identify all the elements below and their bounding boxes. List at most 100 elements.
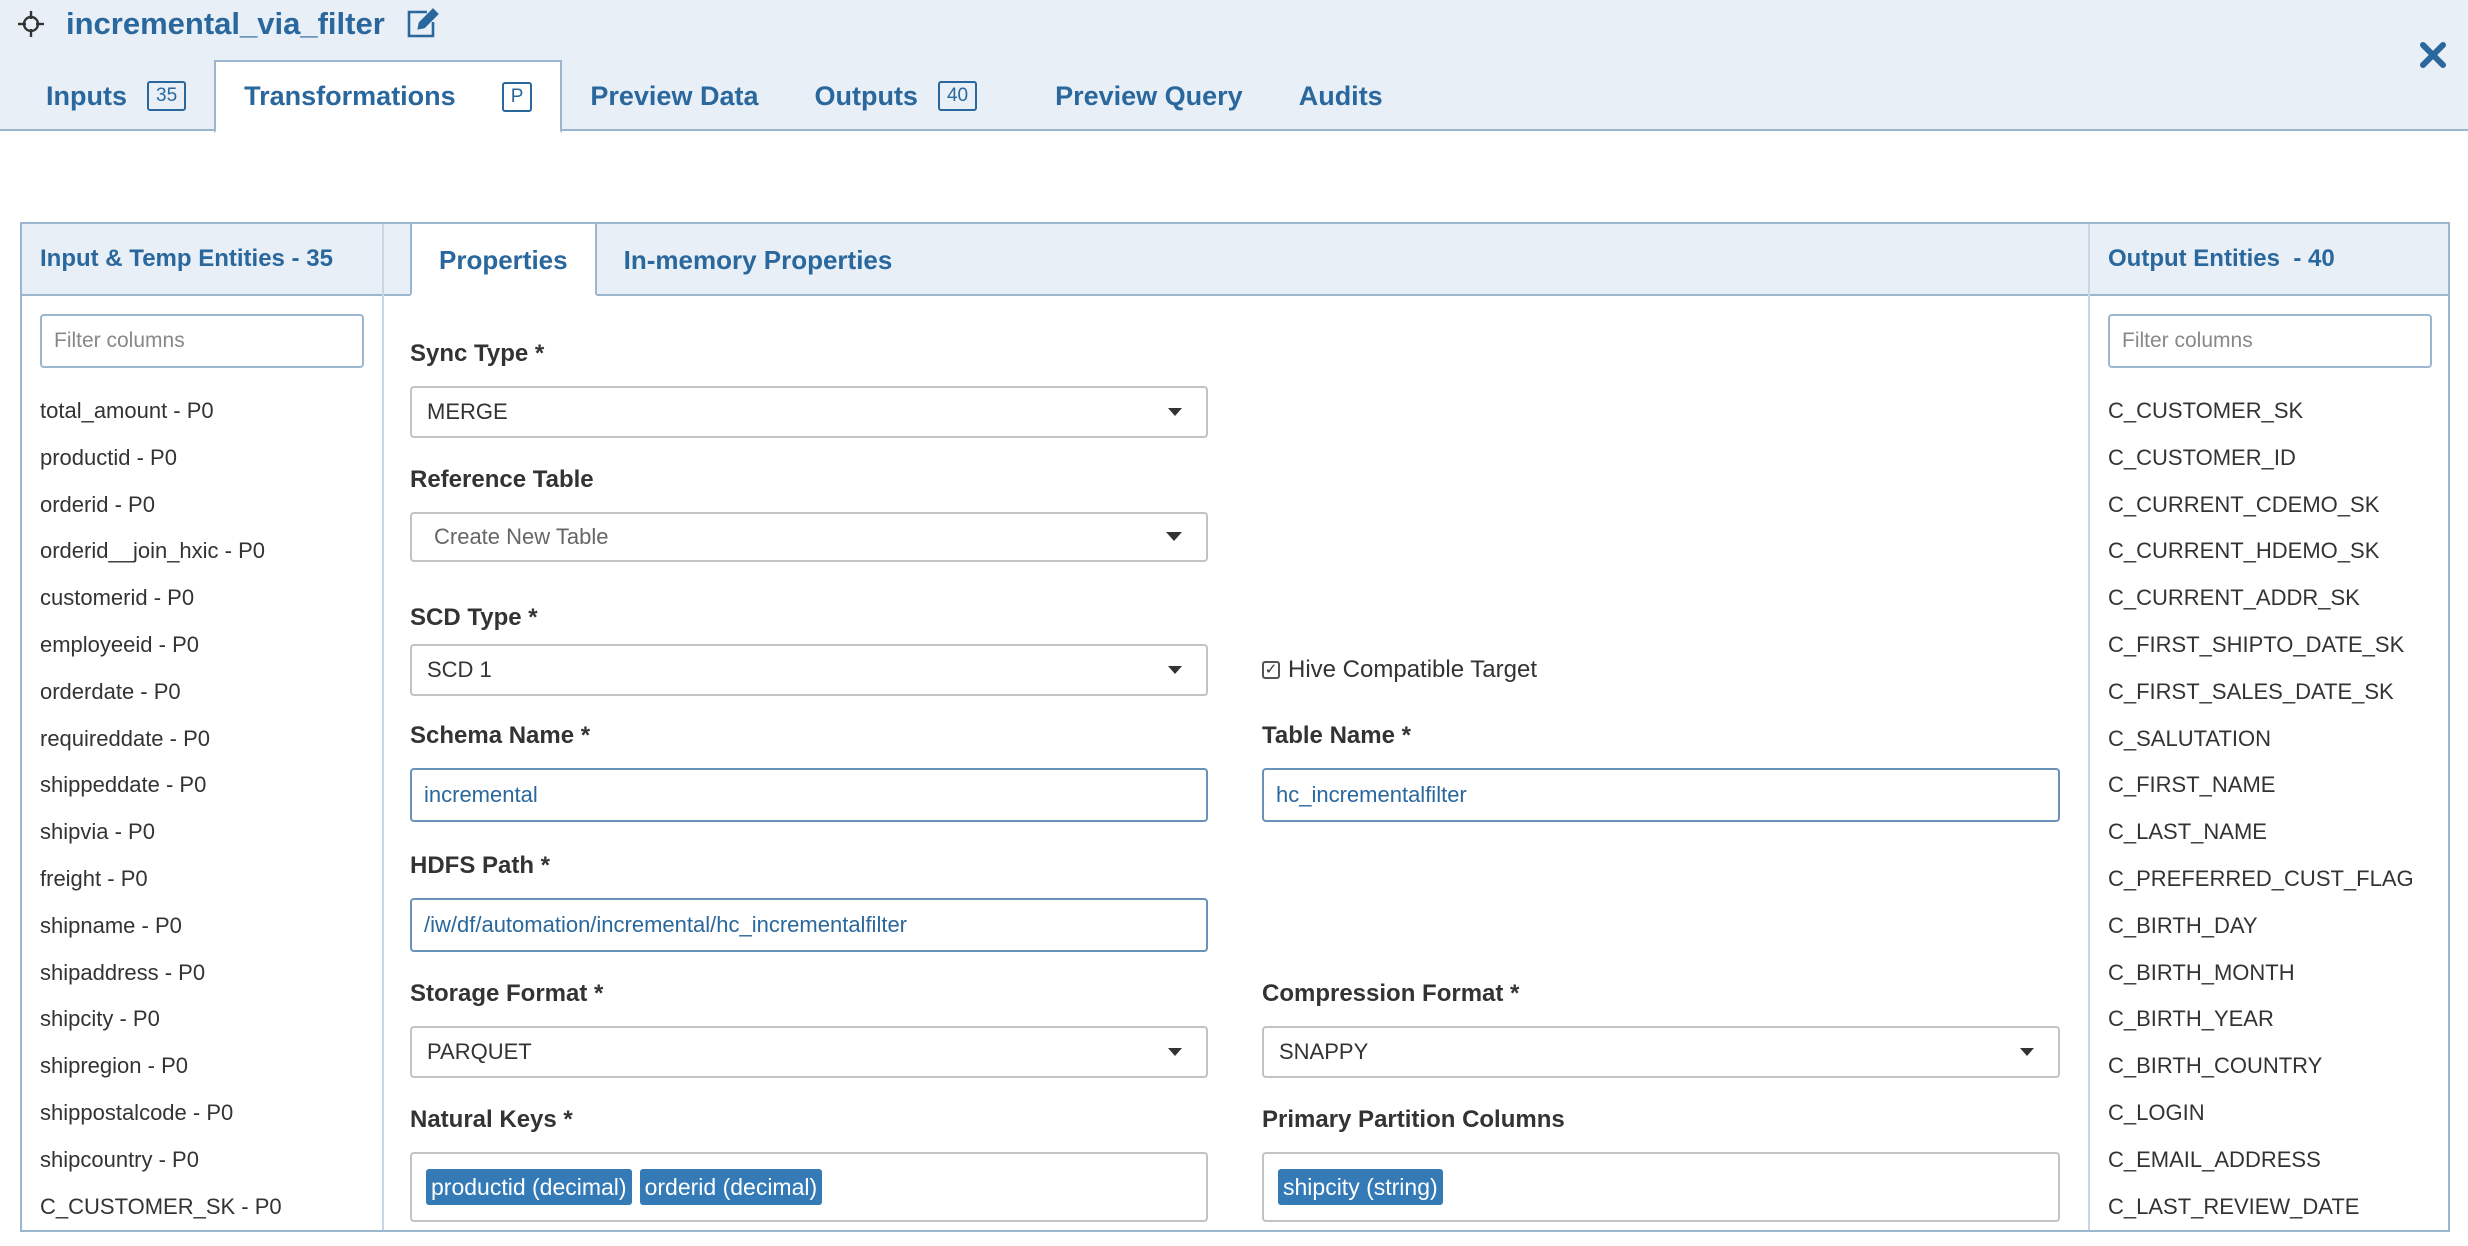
tab-properties[interactable]: Properties (410, 224, 597, 296)
list-item[interactable]: total_amount - P0 (40, 388, 382, 435)
list-item[interactable]: C_LOGIN (2108, 1090, 2448, 1137)
scd-type-select[interactable]: SCD 1 (410, 644, 1208, 696)
main-tabs: Inputs 35 Transformations P Preview Data… (0, 60, 1411, 133)
list-item[interactable]: C_FIRST_NAME (2108, 762, 2448, 809)
tab-transformations-label: Transformations (244, 81, 456, 111)
list-item[interactable]: shipaddress - P0 (40, 950, 382, 997)
tab-audits[interactable]: Audits (1271, 60, 1411, 132)
partition-column-tag[interactable]: shipcity (string) (1278, 1169, 1443, 1205)
tab-audits-label: Audits (1298, 80, 1383, 111)
output-entities-title: Output Entities - 40 (2090, 224, 2448, 296)
storage-format-select[interactable]: PARQUET (410, 1026, 1208, 1078)
list-item[interactable]: C_FIRST_SALES_DATE_SK (2108, 669, 2448, 716)
tab-inputs-label: Inputs (46, 80, 127, 111)
list-item[interactable]: shipname - P0 (40, 903, 382, 950)
tab-preview-query-label: Preview Query (1055, 80, 1243, 111)
natural-keys-input[interactable]: productid (decimal) orderid (decimal) (410, 1152, 1208, 1222)
schema-name-value: incremental (424, 782, 538, 807)
list-item[interactable]: shipregion - P0 (40, 1043, 382, 1090)
scd-type-value: SCD 1 (427, 657, 492, 682)
sync-type-select[interactable]: MERGE (410, 386, 1208, 438)
hive-compatible-checkbox[interactable]: ✓ Hive Compatible Target (1262, 648, 1537, 692)
reference-table-label: Reference Table (410, 466, 594, 493)
compression-format-value: SNAPPY (1279, 1039, 1369, 1064)
outputs-count-badge: 40 (937, 81, 978, 111)
sync-type-label: Sync Type * (410, 340, 545, 367)
storage-format-label: Storage Format * (410, 980, 604, 1007)
hdfs-path-label: HDFS Path * (410, 852, 551, 879)
compression-format-select[interactable]: SNAPPY (1262, 1026, 2060, 1078)
list-item[interactable]: shipcity - P0 (40, 996, 382, 1043)
hdfs-path-value: /iw/df/automation/incremental/hc_increme… (424, 912, 908, 937)
primary-partition-input[interactable]: shipcity (string) (1262, 1152, 2060, 1222)
list-item[interactable]: requireddate - P0 (40, 716, 382, 763)
tab-inputs[interactable]: Inputs 35 (0, 60, 214, 132)
list-item[interactable]: C_BIRTH_YEAR (2108, 996, 2448, 1043)
edit-icon[interactable] (405, 7, 439, 41)
output-filter-input[interactable] (2108, 314, 2432, 368)
natural-key-tag[interactable]: orderid (decimal) (639, 1169, 823, 1205)
input-filter-input[interactable] (40, 314, 364, 368)
chevron-down-icon (1168, 1048, 1182, 1056)
list-item[interactable]: C_CURRENT_CDEMO_SK (2108, 482, 2448, 529)
list-item[interactable]: orderdate - P0 (40, 669, 382, 716)
list-item[interactable]: C_CUSTOMER_SK - P0 (40, 1184, 382, 1230)
list-item[interactable]: C_CUSTOMER_SK (2108, 388, 2448, 435)
list-item[interactable]: C_SALUTATION (2108, 716, 2448, 763)
close-icon[interactable] (2418, 40, 2450, 72)
properties-tabs: Properties In-memory Properties (384, 224, 2088, 296)
schema-name-input[interactable]: incremental (410, 768, 1208, 822)
list-item[interactable]: C_BIRTH_MONTH (2108, 950, 2448, 997)
tab-outputs-label: Outputs (814, 80, 918, 111)
hdfs-path-input[interactable]: /iw/df/automation/incremental/hc_increme… (410, 898, 1208, 952)
list-item[interactable]: productid - P0 (40, 435, 382, 482)
reference-table-placeholder: Create New Table (434, 524, 609, 549)
list-item[interactable]: C_PREFERRED_CUST_FLAG (2108, 856, 2448, 903)
tab-preview-data-label: Preview Data (590, 80, 759, 111)
tab-outputs[interactable]: Outputs 40 (786, 60, 1005, 132)
list-item[interactable]: employeeid - P0 (40, 622, 382, 669)
sync-type-value: MERGE (427, 399, 508, 424)
reference-table-select[interactable]: Create New Table (410, 512, 1208, 562)
primary-partition-label: Primary Partition Columns (1262, 1106, 1565, 1133)
chevron-down-icon (2020, 1048, 2034, 1056)
list-item[interactable]: C_FIRST_SHIPTO_DATE_SK (2108, 622, 2448, 669)
list-item[interactable]: C_BIRTH_COUNTRY (2108, 1043, 2448, 1090)
properties-panel: Input & Temp Entities - 35 total_amount … (20, 222, 2450, 1232)
list-item[interactable]: customerid - P0 (40, 575, 382, 622)
tab-in-memory-properties[interactable]: In-memory Properties (597, 224, 920, 296)
natural-keys-label: Natural Keys * (410, 1106, 573, 1133)
list-item[interactable]: C_LAST_REVIEW_DATE (2108, 1184, 2448, 1230)
list-item[interactable]: C_CURRENT_ADDR_SK (2108, 575, 2448, 622)
list-item[interactable]: freight - P0 (40, 856, 382, 903)
compression-format-label: Compression Format * (1262, 980, 1520, 1007)
list-item[interactable]: shippostalcode - P0 (40, 1090, 382, 1137)
tab-preview-data[interactable]: Preview Data (562, 60, 786, 132)
pipeline-header: incremental_via_filter Inputs 35 Transfo… (0, 0, 2468, 133)
list-item[interactable]: C_CUSTOMER_ID (2108, 435, 2448, 482)
output-entities-column: Output Entities - 40 C_CUSTOMER_SKC_CUST… (2088, 224, 2448, 1230)
list-item[interactable]: C_BIRTH_DAY (2108, 903, 2448, 950)
input-entities-column: Input & Temp Entities - 35 total_amount … (22, 224, 384, 1230)
list-item[interactable]: C_CURRENT_HDEMO_SK (2108, 528, 2448, 575)
move-icon[interactable] (16, 9, 46, 39)
list-item[interactable]: shippeddate - P0 (40, 762, 382, 809)
list-item[interactable]: shipvia - P0 (40, 809, 382, 856)
transformations-badge: P (501, 81, 533, 112)
tab-preview-query[interactable]: Preview Query (1005, 60, 1271, 132)
list-item[interactable]: shipcountry - P0 (40, 1137, 382, 1184)
properties-column: Properties In-memory Properties Sync Typ… (384, 224, 2088, 1230)
tab-transformations[interactable]: Transformations P (214, 60, 563, 133)
natural-key-tag[interactable]: productid (decimal) (426, 1169, 632, 1205)
table-name-input[interactable]: hc_incrementalfilter (1262, 768, 2060, 822)
list-item[interactable]: C_LAST_NAME (2108, 809, 2448, 856)
storage-format-value: PARQUET (427, 1039, 532, 1064)
hive-compatible-label: Hive Compatible Target (1288, 656, 1538, 683)
properties-form: Sync Type * MERGE Reference Table Create… (410, 296, 2070, 1230)
list-item[interactable]: C_EMAIL_ADDRESS (2108, 1137, 2448, 1184)
checkbox-checked-icon: ✓ (1262, 661, 1280, 679)
pipeline-title: incremental_via_filter (66, 6, 385, 41)
list-item[interactable]: orderid - P0 (40, 482, 382, 529)
list-item[interactable]: orderid__join_hxic - P0 (40, 528, 382, 575)
input-entities-list: total_amount - P0 productid - P0 orderid -… (22, 388, 382, 1230)
